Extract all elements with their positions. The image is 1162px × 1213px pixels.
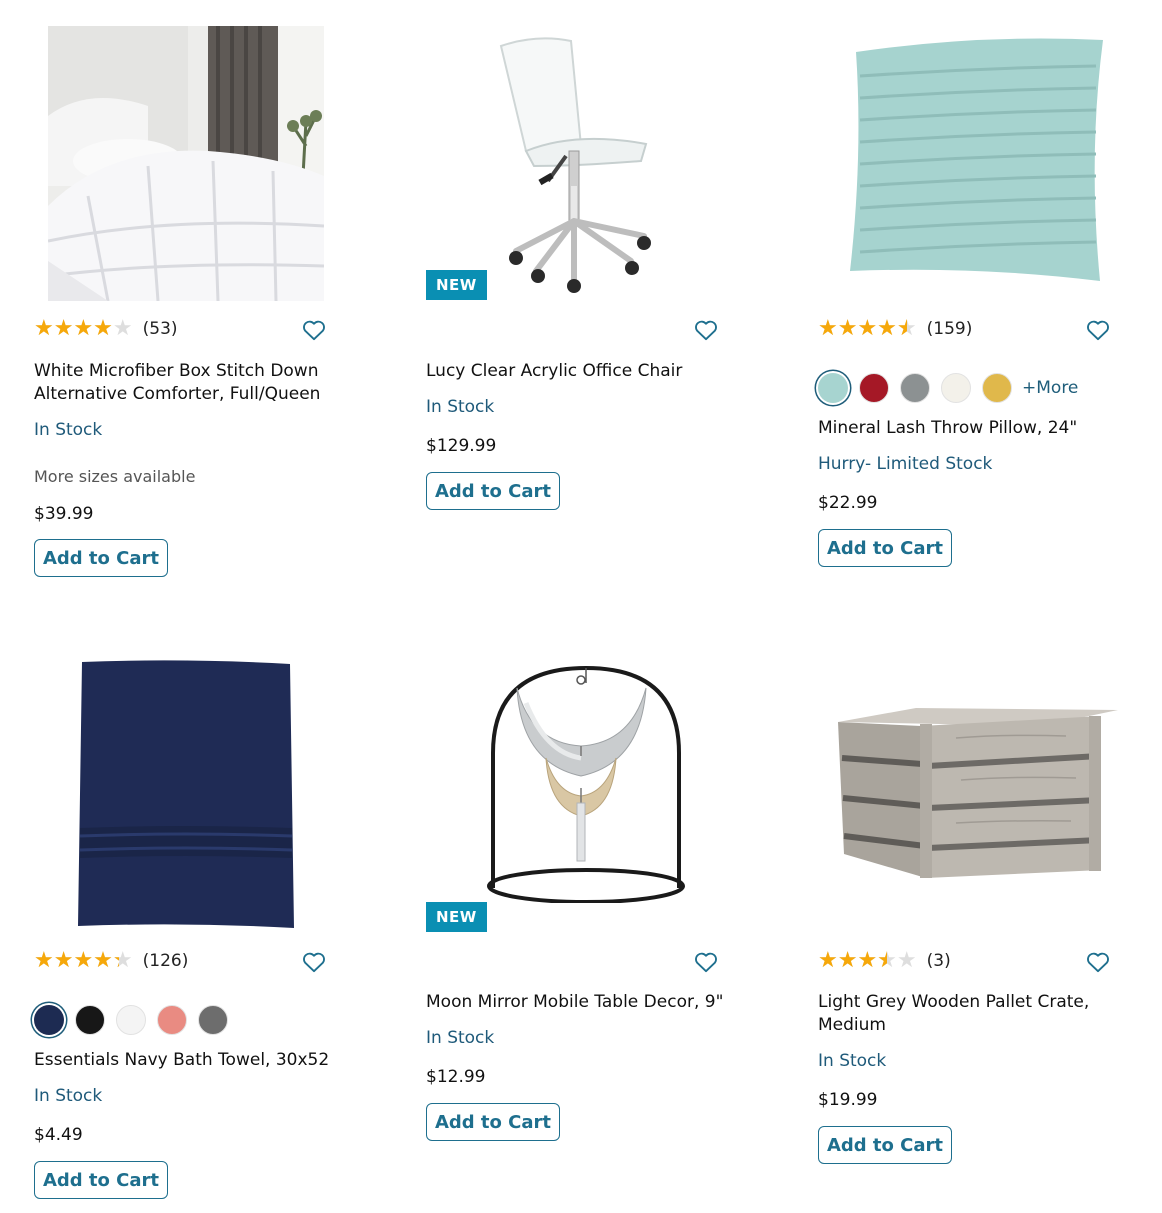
product-price: $39.99 [34,504,94,524]
new-badge: NEW [426,270,487,300]
stock-status: In Stock [34,1086,103,1106]
add-to-cart-button[interactable]: Add to Cart [818,1126,952,1164]
stock-status: In Stock [818,1051,887,1071]
color-swatch[interactable] [34,1005,64,1035]
color-swatch[interactable] [941,373,971,403]
color-swatch[interactable] [982,373,1012,403]
product-rating: ★★★★★★★★★★ (53) [34,316,178,342]
product-title[interactable]: Moon Mirror Mobile Table Decor, 9" [426,991,726,1014]
color-swatches: +More [818,373,1078,403]
add-to-cart-button[interactable]: Add to Cart [426,472,560,510]
favorite-heart-icon[interactable] [1085,949,1111,975]
stock-status: In Stock [426,397,495,417]
new-badge: NEW [426,902,487,932]
add-to-cart-button[interactable]: Add to Cart [34,1161,168,1199]
stock-status: In Stock [426,1028,495,1048]
review-count[interactable]: (3) [927,951,951,971]
star-rating-icon: ★★★★★★★★★★ [818,316,917,341]
add-to-cart-button[interactable]: Add to Cart [34,539,168,577]
product-rating: ★★★★★★★★★★ (126) [34,948,188,974]
product-title[interactable]: Light Grey Wooden Pallet Crate, Medium [818,991,1118,1037]
product-image[interactable] [426,26,726,301]
color-swatch[interactable] [818,373,848,403]
product-price: $4.49 [34,1125,83,1145]
product-rating: ★★★★★★★★★★ (159) [818,316,972,342]
more-colors-link[interactable]: +More [1022,378,1078,398]
product-title[interactable]: Essentials Navy Bath Towel, 30x52 [34,1049,334,1072]
color-swatch[interactable] [157,1005,187,1035]
product-price: $19.99 [818,1090,878,1110]
color-swatch[interactable] [198,1005,228,1035]
review-count[interactable]: (53) [143,319,178,339]
more-sizes-note: More sizes available [34,467,196,486]
product-image[interactable] [48,26,324,301]
favorite-heart-icon[interactable] [693,949,719,975]
add-to-cart-button[interactable]: Add to Cart [818,529,952,567]
product-title[interactable]: Lucy Clear Acrylic Office Chair [426,360,726,383]
product-price: $12.99 [426,1067,486,1087]
stock-status: Hurry- Limited Stock [818,454,993,474]
product-title[interactable]: Mineral Lash Throw Pillow, 24" [818,417,1118,440]
favorite-heart-icon[interactable] [301,949,327,975]
color-swatch[interactable] [859,373,889,403]
product-image[interactable] [838,26,1118,296]
product-price: $22.99 [818,493,878,513]
review-count[interactable]: (159) [927,319,973,339]
review-count[interactable]: (126) [143,951,189,971]
star-rating-icon: ★★★★★★★★★★ [34,948,133,973]
color-swatch[interactable] [900,373,930,403]
color-swatch[interactable] [75,1005,105,1035]
favorite-heart-icon[interactable] [301,317,327,343]
favorite-heart-icon[interactable] [693,317,719,343]
star-rating-icon: ★★★★★★★★★★ [34,316,133,341]
product-image[interactable] [481,658,691,903]
color-swatches [34,1005,239,1035]
stock-status: In Stock [34,420,103,440]
product-image[interactable] [836,658,1120,888]
product-image[interactable] [74,658,299,933]
favorite-heart-icon[interactable] [1085,317,1111,343]
star-rating-icon: ★★★★★★★★★★ [818,948,917,973]
add-to-cart-button[interactable]: Add to Cart [426,1103,560,1141]
product-rating: ★★★★★★★★★★ (3) [818,948,951,974]
color-swatch[interactable] [116,1005,146,1035]
product-price: $129.99 [426,436,497,456]
product-title[interactable]: White Microfiber Box Stitch Down Alterna… [34,360,334,406]
